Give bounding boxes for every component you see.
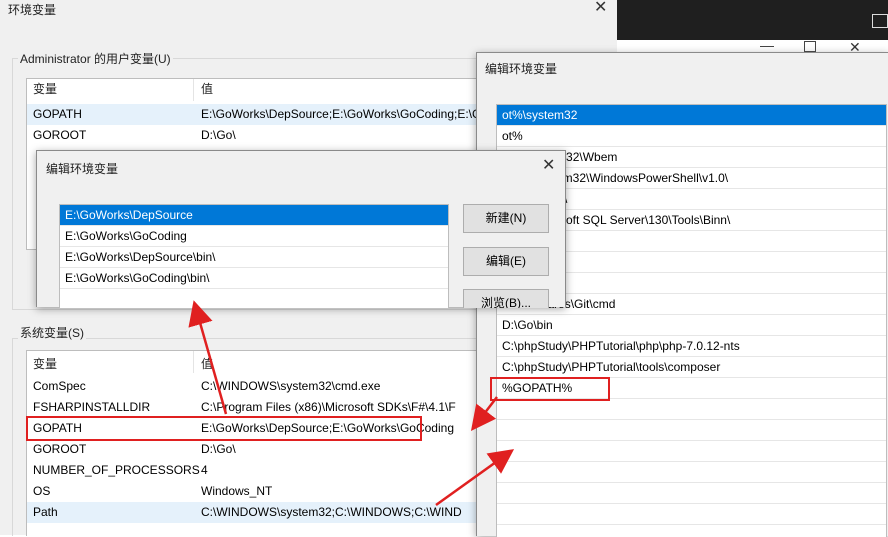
arrow-to-gopath-row [470,396,498,431]
arrow-to-small-dialog [188,300,228,415]
annotation-arrows [188,300,515,507]
arrow-to-path-list [435,449,515,507]
